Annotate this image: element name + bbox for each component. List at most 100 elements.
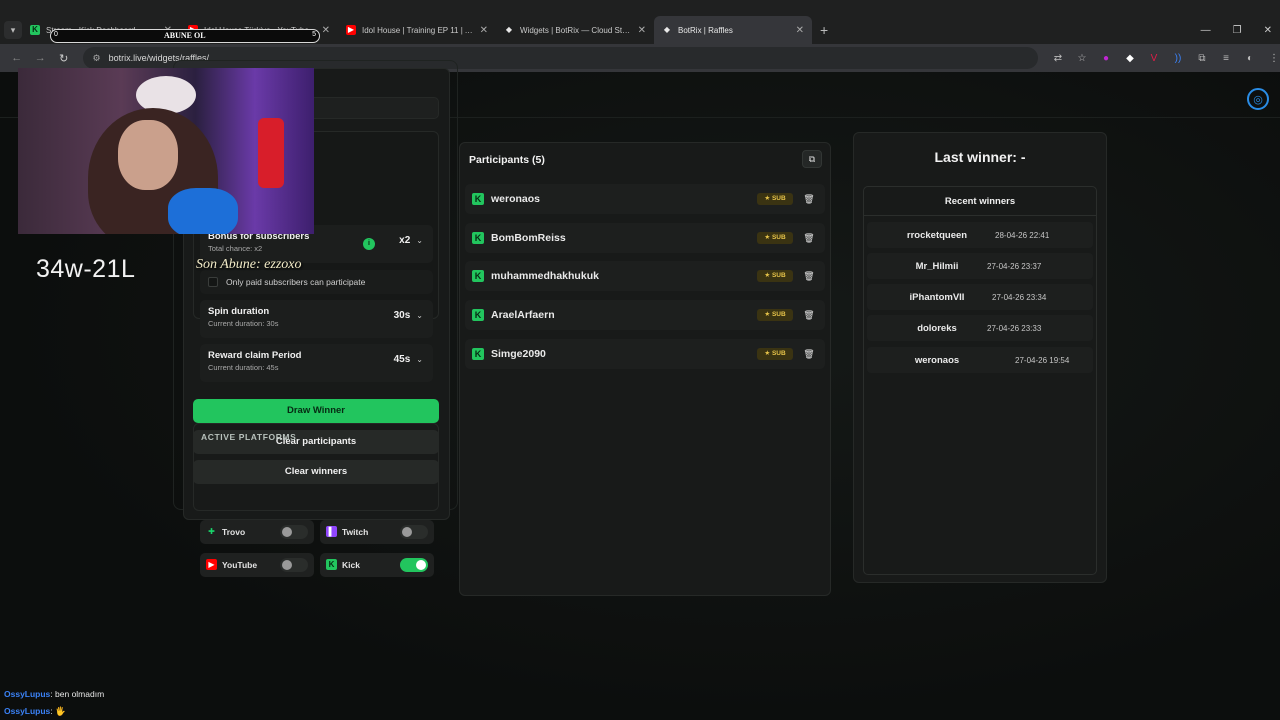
kick-icon: K	[472, 270, 484, 282]
youtube-icon: ▶	[346, 25, 356, 35]
subscribe-goal-bar: 0 ABUNE OL 5	[50, 29, 320, 43]
only-paid-row: Only paid subscribers can participate	[200, 270, 433, 294]
media-icon[interactable]: ≡	[1220, 53, 1232, 64]
winner-name: doloreks	[917, 323, 957, 334]
winner-row: rrocketqueen 28-04-26 22:41	[867, 222, 1093, 248]
close-icon[interactable]: ✕	[796, 25, 804, 36]
menu-icon[interactable]: ⋮	[1268, 53, 1280, 64]
participant-row: K muhammedhakhukuk ★ SUB 🗑	[465, 261, 825, 291]
tab-botrix-raffles[interactable]: ◆ BotRix | Raffles ✕	[654, 16, 812, 44]
goal-end: 5	[312, 31, 316, 38]
sub-badge: ★ SUB	[757, 309, 793, 321]
participant-row: K weronaos ★ SUB 🗑	[465, 184, 825, 214]
recent-winners-heading: Recent winners	[944, 196, 1016, 207]
bonus-value: x2	[399, 235, 411, 246]
botrix-icon: ◆	[505, 25, 513, 34]
winner-name: rrocketqueen	[906, 230, 968, 241]
trovo-toggle[interactable]	[280, 525, 308, 539]
sub-badge: ★ SUB	[757, 232, 793, 244]
twitch-toggle[interactable]	[400, 525, 428, 539]
participant-name: BomBomReiss	[491, 232, 566, 244]
winner-name: weronaos	[914, 355, 960, 366]
new-tab-button[interactable]: +	[820, 22, 828, 38]
minimize-icon[interactable]: —	[1201, 25, 1211, 36]
chat-message: : ben olmadım	[50, 689, 105, 699]
extension-icon[interactable]: ●	[1100, 53, 1112, 64]
participant-name: AraelArfaern	[491, 309, 555, 321]
kick-icon: K	[30, 25, 40, 35]
reload-icon[interactable]: ↻	[57, 52, 71, 65]
trovo-icon: ✚	[208, 527, 215, 536]
sub-badge-label: SUB	[771, 272, 786, 279]
close-icon[interactable]: ✕	[322, 25, 330, 36]
site-info-icon[interactable]: ⚙	[93, 53, 101, 64]
extension-icon[interactable]: V	[1148, 53, 1160, 64]
close-window-icon[interactable]: ✕	[1264, 25, 1272, 36]
youtube-icon: ▶	[206, 559, 217, 570]
kick-icon: K	[326, 559, 337, 570]
sub-badge-label: SUB	[771, 350, 786, 357]
chat-username: OssyLupus	[4, 689, 51, 699]
draw-winner-button[interactable]: Draw Winner	[193, 399, 439, 423]
window-controls: — ❐ ✕	[1201, 16, 1272, 44]
win-loss-score: 34w-21L	[36, 255, 136, 283]
extension-icon[interactable]: ◆	[1124, 53, 1136, 64]
trash-icon[interactable]: 🗑	[801, 307, 817, 323]
last-winner: Last winner: -	[934, 149, 1026, 165]
close-icon[interactable]: ✕	[480, 25, 488, 36]
botrix-icon: ◆	[663, 25, 671, 34]
winner-row: Mr_Hilmii 27-04-26 23:37	[867, 253, 1093, 279]
extensions-bar: ⇄ ☆ ● ◆ V )) ⧉ ≡ ◐ ⋮	[1052, 53, 1280, 64]
winner-date: 27-04-26 19:54	[1015, 356, 1070, 365]
twitch-icon: ▌	[326, 526, 337, 537]
bookmark-star-icon[interactable]: ☆	[1076, 53, 1088, 64]
restore-icon[interactable]: ❐	[1233, 25, 1242, 36]
kick-icon: K	[472, 232, 484, 244]
back-icon[interactable]: ←	[10, 52, 24, 64]
kick-icon: K	[472, 348, 484, 360]
trash-icon[interactable]: 🗑	[801, 191, 817, 207]
sub-badge-label: SUB	[771, 195, 786, 202]
translate-icon[interactable]: ⇄	[1052, 53, 1064, 64]
profile-icon[interactable]: ◐	[1244, 53, 1256, 64]
participant-name: weronaos	[491, 193, 541, 205]
chat-username: OssyLupus	[4, 706, 51, 716]
info-icon[interactable]: i	[363, 238, 375, 250]
chevron-down-icon: ⌄	[416, 355, 423, 364]
winner-date: 27-04-26 23:37	[987, 262, 1042, 271]
platform-name: Twitch	[342, 527, 369, 537]
sub-badge-label: SUB	[771, 234, 786, 241]
sub-badge: ★ SUB	[757, 193, 793, 205]
spin-sub: Current duration: 30s	[208, 319, 279, 328]
kick-toggle[interactable]	[400, 558, 428, 572]
only-paid-checkbox[interactable]	[208, 277, 218, 287]
tab-botrix-widgets[interactable]: ◆ Widgets | BotRix — Cloud Strea... ✕	[496, 16, 654, 44]
sub-badge-label: SUB	[771, 311, 786, 318]
platform-name: Trovo	[222, 527, 246, 537]
platform-name: Kick	[342, 560, 360, 570]
bonus-select[interactable]: x2 ⌄	[399, 235, 423, 246]
trash-icon[interactable]: 🗑	[801, 230, 817, 246]
trash-icon[interactable]: 🗑	[801, 346, 817, 362]
puzzle-icon[interactable]: ⧉	[1196, 53, 1208, 64]
extension-icon[interactable]: ))	[1172, 53, 1184, 64]
spin-select[interactable]: 30s ⌄	[394, 310, 423, 321]
youtube-toggle[interactable]	[280, 558, 308, 572]
sub-badge: ★ SUB	[757, 270, 793, 282]
copy-icon[interactable]: ⧉	[802, 150, 822, 168]
platform-trovo: ✚ Trovo	[200, 520, 314, 544]
tab-list-button[interactable]: ▾	[4, 21, 22, 39]
kick-icon: K	[472, 309, 484, 321]
reward-claim-row: Reward claim Period Current duration: 45…	[200, 344, 433, 382]
tab-youtube-training[interactable]: ▶ Idol House | Training EP 11 | A... ✕	[338, 16, 496, 44]
chevron-down-icon: ⌄	[416, 236, 423, 245]
reward-sub: Current duration: 45s	[208, 363, 279, 372]
language-globe-icon[interactable]: ◎	[1247, 88, 1269, 110]
divider	[864, 215, 1096, 216]
trash-icon[interactable]: 🗑	[801, 268, 817, 284]
reward-select[interactable]: 45s ⌄	[394, 354, 423, 365]
platform-youtube: ▶ YouTube	[200, 553, 314, 577]
close-icon[interactable]: ✕	[638, 25, 646, 36]
spin-label: Spin duration	[208, 306, 270, 317]
forward-icon[interactable]: →	[34, 52, 48, 64]
